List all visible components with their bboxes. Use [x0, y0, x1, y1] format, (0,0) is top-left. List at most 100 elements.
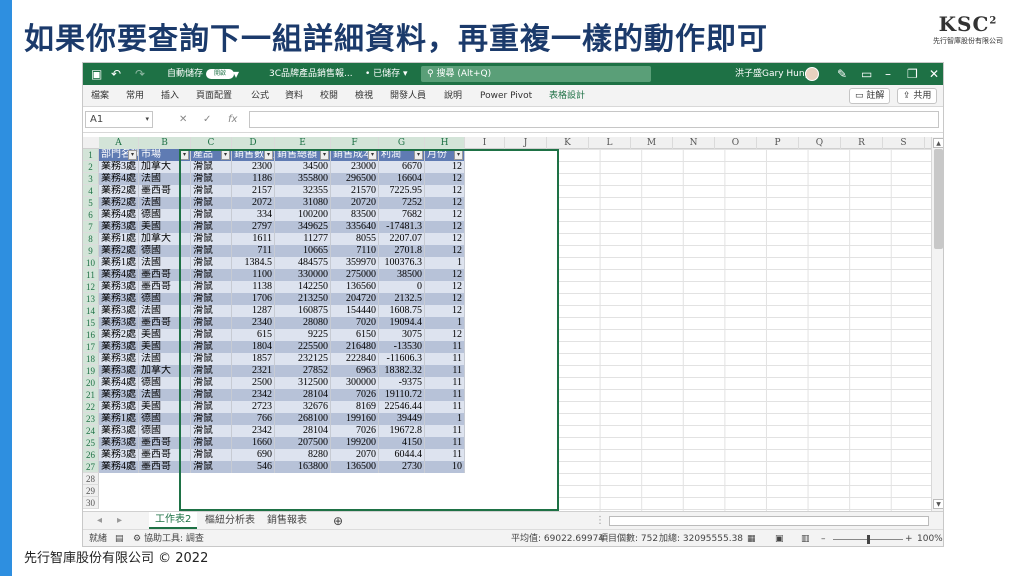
- user-name[interactable]: 洪子盛Gary Hung: [735, 63, 810, 85]
- column-header[interactable]: A: [99, 137, 139, 149]
- table-cell[interactable]: 滑鼠: [191, 257, 232, 269]
- next-sheet-icon[interactable]: ▸: [117, 512, 122, 530]
- table-cell[interactable]: 業務1處: [99, 413, 139, 425]
- table-cell[interactable]: 10: [425, 461, 465, 473]
- table-cell[interactable]: 業務1處: [99, 257, 139, 269]
- sheet-tab-sales-report[interactable]: 銷售報表: [267, 512, 307, 530]
- table-cell[interactable]: 2342: [232, 389, 275, 401]
- table-cell[interactable]: 業務3處: [99, 221, 139, 233]
- table-cell[interactable]: 滑鼠: [191, 305, 232, 317]
- table-cell[interactable]: 1: [425, 257, 465, 269]
- table-cell[interactable]: 136560: [331, 281, 379, 293]
- row-number[interactable]: 19: [83, 365, 99, 377]
- table-cell[interactable]: 1611: [232, 233, 275, 245]
- table-cell[interactable]: 268100: [275, 413, 331, 425]
- column-header[interactable]: F: [331, 137, 379, 149]
- table-cell[interactable]: 19094.4: [379, 317, 425, 329]
- table-cell[interactable]: 11: [425, 437, 465, 449]
- table-cell[interactable]: 12: [425, 329, 465, 341]
- pen-icon[interactable]: ✎: [837, 63, 847, 85]
- table-cell[interactable]: 滑鼠: [191, 365, 232, 377]
- table-cell[interactable]: 美國: [139, 329, 191, 341]
- table-cell[interactable]: 1857: [232, 353, 275, 365]
- row-number[interactable]: 26: [83, 449, 99, 461]
- table-cell[interactable]: 德國: [139, 245, 191, 257]
- table-cell[interactable]: 142250: [275, 281, 331, 293]
- row-number[interactable]: 27: [83, 461, 99, 473]
- table-cell[interactable]: 7252: [379, 197, 425, 209]
- table-cell[interactable]: 3075: [379, 329, 425, 341]
- undo-icon[interactable]: ↶: [111, 63, 121, 85]
- table-cell[interactable]: 業務2處: [99, 245, 139, 257]
- table-cell[interactable]: 加拿大: [139, 161, 191, 173]
- table-cell[interactable]: 業務2處: [99, 197, 139, 209]
- row-number[interactable]: 25: [83, 437, 99, 449]
- table-cell[interactable]: 22546.44: [379, 401, 425, 413]
- table-cell[interactable]: 12: [425, 185, 465, 197]
- table-cell[interactable]: 12: [425, 293, 465, 305]
- table-cell[interactable]: 690: [232, 449, 275, 461]
- row-number[interactable]: 12: [83, 281, 99, 293]
- restore-icon[interactable]: ❐: [907, 63, 918, 85]
- status-count[interactable]: 項目個數: 752: [599, 530, 658, 546]
- table-cell[interactable]: 11: [425, 389, 465, 401]
- table-cell[interactable]: 11: [425, 449, 465, 461]
- table-cell[interactable]: 8055: [331, 233, 379, 245]
- table-cell[interactable]: 滑鼠: [191, 281, 232, 293]
- table-cell[interactable]: 業務3處: [99, 353, 139, 365]
- table-cell[interactable]: -17481.3: [379, 221, 425, 233]
- table-cell[interactable]: 美國: [139, 341, 191, 353]
- column-header[interactable]: E: [275, 137, 331, 149]
- table-cell[interactable]: 11: [425, 341, 465, 353]
- table-cell[interactable]: 滑鼠: [191, 401, 232, 413]
- table-cell[interactable]: 216480: [331, 341, 379, 353]
- table-cell[interactable]: 32355: [275, 185, 331, 197]
- zoom-in-icon[interactable]: +: [905, 530, 913, 546]
- table-cell[interactable]: 7110: [331, 245, 379, 257]
- table-cell[interactable]: 9225: [275, 329, 331, 341]
- tab-home[interactable]: 常用: [126, 85, 144, 107]
- table-cell[interactable]: 16604: [379, 173, 425, 185]
- table-cell[interactable]: 213250: [275, 293, 331, 305]
- prev-sheet-icon[interactable]: ◂: [97, 512, 102, 530]
- table-cell[interactable]: 德國: [139, 293, 191, 305]
- table-cell[interactable]: 2730: [379, 461, 425, 473]
- row-number[interactable]: 14: [83, 305, 99, 317]
- column-header[interactable]: I: [465, 137, 505, 149]
- table-cell[interactable]: 業務4處: [99, 173, 139, 185]
- table-cell[interactable]: 業務3處: [99, 437, 139, 449]
- tab-split-icon[interactable]: ⋮: [595, 512, 605, 530]
- table-cell[interactable]: 滑鼠: [191, 161, 232, 173]
- table-cell[interactable]: 163800: [275, 461, 331, 473]
- column-header[interactable]: O: [715, 137, 757, 149]
- name-box[interactable]: A1 ▾: [85, 111, 153, 128]
- filter-dropdown-icon[interactable]: ▾: [221, 150, 230, 160]
- table-cell[interactable]: 2701.8: [379, 245, 425, 257]
- table-cell[interactable]: 232125: [275, 353, 331, 365]
- table-cell[interactable]: 546: [232, 461, 275, 473]
- table-cell[interactable]: 136500: [331, 461, 379, 473]
- search-box[interactable]: ⚲ 搜尋 (Alt+Q): [421, 66, 651, 82]
- column-header[interactable]: G: [379, 137, 425, 149]
- table-cell[interactable]: 18382.32: [379, 365, 425, 377]
- column-header[interactable]: N: [673, 137, 715, 149]
- row-number[interactable]: 16: [83, 329, 99, 341]
- table-header-cell[interactable]: 市場 ▾: [139, 149, 191, 161]
- table-cell[interactable]: 28104: [275, 425, 331, 437]
- table-cell[interactable]: 8169: [331, 401, 379, 413]
- row-number[interactable]: 7: [83, 221, 99, 233]
- table-cell[interactable]: 業務3處: [99, 317, 139, 329]
- table-cell[interactable]: 7026: [331, 425, 379, 437]
- filter-dropdown-icon[interactable]: ▾: [180, 150, 189, 160]
- table-cell[interactable]: 349625: [275, 221, 331, 233]
- table-cell[interactable]: 11: [425, 377, 465, 389]
- table-cell[interactable]: 德國: [139, 425, 191, 437]
- table-cell[interactable]: -13530: [379, 341, 425, 353]
- redo-icon[interactable]: ↷: [135, 63, 145, 85]
- row-number[interactable]: 24: [83, 425, 99, 437]
- table-cell[interactable]: 美國: [139, 401, 191, 413]
- page-break-view-icon[interactable]: ▥: [801, 530, 810, 546]
- save-status[interactable]: • 已儲存 ▾: [365, 63, 408, 85]
- worksheet-grid[interactable]: ABCDEFGHIJKLMNOPQRS 1 部門名稱 ▾ 市場 ▾ 產品 ▾ 銷售數量 ▾ 銷售總…: [83, 137, 943, 511]
- table-cell[interactable]: 204720: [331, 293, 379, 305]
